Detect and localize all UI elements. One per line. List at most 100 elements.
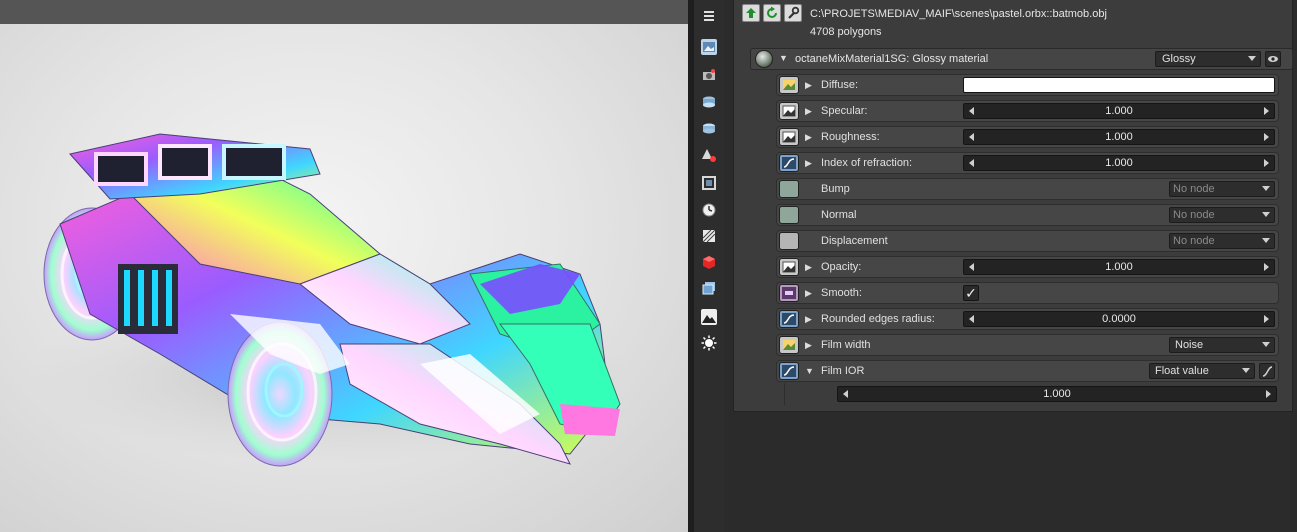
param-label: Diffuse: [821,79,859,91]
ior-slider[interactable]: 1.000 [963,155,1275,171]
film-ior-slider[interactable]: 1.000 [837,386,1277,402]
chevron-down-icon [1262,238,1270,243]
eye-button[interactable] [1265,51,1281,67]
param-label: Rounded edges radius: [821,313,935,325]
disk-stack-icon[interactable] [701,94,717,110]
param-row-roughness: ▶ Roughness: 1.000 [776,126,1279,148]
expand-arrow-icon[interactable]: ▶ [805,314,812,325]
batmobile-render [30,133,630,467]
increment-arrow-icon[interactable] [1266,390,1271,398]
empty-slot-icon[interactable] [779,232,799,250]
param-label: Displacement [821,235,888,247]
chevron-down-icon [1248,56,1256,61]
material-type-dropdown[interactable]: Glossy [1155,51,1261,67]
node-value: No node [1173,209,1215,221]
normal-node-dropdown[interactable]: No node [1169,207,1275,223]
mesh-header-tools [742,4,802,22]
param-row-opacity: ▶ Opacity: 1.000 [776,256,1279,278]
camera-icon[interactable] [701,67,717,83]
diffuse-color-swatch[interactable] [963,77,1275,93]
material-sphere-icon[interactable] [755,50,773,68]
texture-icon[interactable] [779,336,799,354]
frame-icon[interactable] [701,175,717,191]
bump-node-dropdown[interactable]: No node [1169,181,1275,197]
disk-icon[interactable] [701,120,717,136]
red-cube-icon[interactable] [701,254,717,270]
param-row-bump: Bump No node [776,178,1279,200]
mesh-file-path: C:\PROJETS\MEDIAV_MAIF\scenes\pastel.orb… [810,8,1107,20]
texture-icon[interactable] [779,102,799,120]
increment-arrow-icon[interactable] [1264,159,1269,167]
texture-icon[interactable] [779,76,799,94]
float-curve-icon[interactable] [779,310,799,328]
increment-arrow-icon[interactable] [1264,133,1269,141]
layers-icon[interactable] [701,280,717,296]
param-row-film-ior: ▼ Film IOR Float value [776,360,1279,382]
film-ior-dropdown[interactable]: Float value [1149,363,1255,379]
float-curve-icon[interactable] [779,154,799,172]
wrench-button[interactable] [784,4,802,22]
material-type-value: Glossy [1162,53,1196,65]
increment-arrow-icon[interactable] [1264,107,1269,115]
image-icon[interactable] [701,39,717,55]
landscape-icon[interactable] [701,309,717,325]
clock-icon[interactable] [701,202,717,218]
texture-icon[interactable] [779,258,799,276]
specular-slider[interactable]: 1.000 [963,103,1275,119]
expand-arrow-icon[interactable]: ▶ [805,80,812,91]
curve-button[interactable] [1259,363,1275,379]
bool-icon[interactable] [779,284,799,302]
shapes-icon[interactable] [701,147,717,163]
upload-icon [746,8,756,18]
render-viewport [0,0,688,532]
grid-icon[interactable] [701,228,717,244]
node-value: No node [1173,183,1215,195]
param-label: Bump [821,183,850,195]
expand-arrow-icon[interactable]: ▶ [805,158,812,169]
roughness-slider[interactable]: 1.000 [963,129,1275,145]
collapse-arrow-icon[interactable]: ▼ [779,53,788,63]
sun-icon[interactable] [701,335,717,351]
collapse-arrow-icon[interactable]: ▼ [805,366,814,376]
chevron-down-icon [1242,368,1250,373]
chevron-down-icon [1262,212,1270,217]
param-row-specular: ▶ Specular: 1.000 [776,100,1279,122]
float-curve-icon[interactable] [779,362,799,380]
param-label: Index of refraction: [821,157,913,169]
param-row-diffuse: ▶ Diffuse: [776,74,1279,96]
rounded-edges-slider[interactable]: 0.0000 [963,311,1275,327]
smooth-checkbox[interactable]: ✓ [963,285,979,301]
reload-button[interactable] [763,4,781,22]
slider-value: 1.000 [1105,157,1133,169]
param-label: Film width [821,339,871,351]
param-label: Opacity: [821,261,862,273]
expand-arrow-icon[interactable]: ▶ [805,288,812,299]
opacity-slider[interactable]: 1.000 [963,259,1275,275]
reload-icon [767,6,777,18]
list-icon[interactable] [701,8,717,24]
param-label: Smooth: [821,287,862,299]
upload-button[interactable] [742,4,760,22]
expand-arrow-icon[interactable]: ▶ [805,340,812,351]
param-row-film-width: ▶ Film width Noise [776,334,1279,356]
param-row-normal: Normal No node [776,204,1279,226]
param-row-smooth: ▶ Smooth: ✓ [776,282,1279,304]
displacement-node-dropdown[interactable]: No node [1169,233,1275,249]
expand-arrow-icon[interactable]: ▶ [805,132,812,143]
expand-arrow-icon[interactable]: ▶ [805,262,812,273]
film-width-dropdown[interactable]: Noise [1169,337,1275,353]
param-label: Film IOR [821,365,865,377]
increment-arrow-icon[interactable] [1264,315,1269,323]
dropdown-value: Float value [1155,365,1209,377]
texture-icon[interactable] [779,128,799,146]
polygon-count: 4708 polygons [810,26,882,38]
empty-slot-icon[interactable] [779,206,799,224]
viewport-top-bar [0,0,688,24]
empty-slot-icon[interactable] [779,180,799,198]
increment-arrow-icon[interactable] [1264,263,1269,271]
material-header: ▼ octaneMixMaterial1SG: Glossy material … [750,48,1293,70]
dropdown-value: Noise [1175,339,1204,351]
expand-arrow-icon[interactable]: ▶ [805,106,812,117]
material-title: octaneMixMaterial1SG: Glossy material [795,53,989,65]
render-canvas[interactable] [0,24,688,532]
